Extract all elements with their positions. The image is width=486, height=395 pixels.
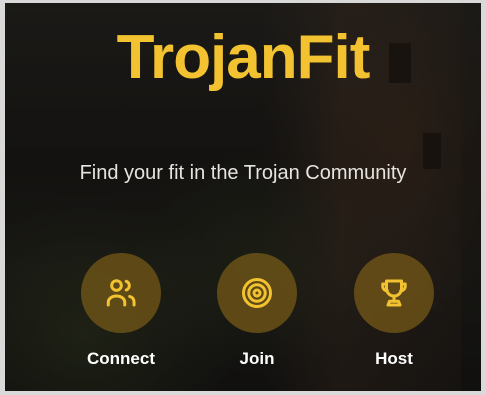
app-tagline: Find your fit in the Trojan Community <box>79 162 407 184</box>
users-icon <box>106 279 136 307</box>
connect-label: Connect <box>87 349 155 368</box>
action-row: Connect Join Host <box>5 253 481 383</box>
join-label: Join <box>239 349 275 368</box>
trophy-icon <box>381 279 407 307</box>
join-icon-circle[interactable] <box>217 253 297 333</box>
host-icon-circle[interactable] <box>354 253 434 333</box>
app-title: TrojanFit <box>116 23 371 92</box>
connect-icon-circle[interactable] <box>81 253 161 333</box>
join-button[interactable]: Join <box>207 253 307 367</box>
app-screen: TrojanFit Find your fit in the Trojan Co… <box>0 0 486 395</box>
connect-button[interactable]: Connect <box>71 253 171 367</box>
host-label: Host <box>375 349 413 368</box>
host-button[interactable]: Host <box>344 253 444 367</box>
target-icon <box>242 278 272 308</box>
